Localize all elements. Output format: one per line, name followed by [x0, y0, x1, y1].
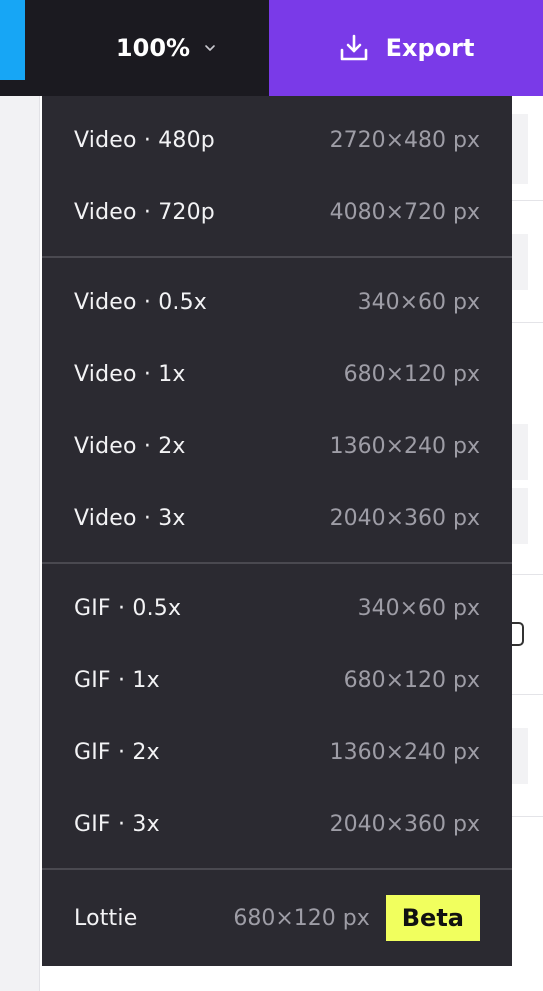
background-field: [511, 114, 528, 184]
divider: [511, 322, 543, 323]
menu-item-video-1x[interactable]: Video · 1x 680×120 px: [42, 338, 512, 410]
menu-item-gif-2x[interactable]: GIF · 2x 1360×240 px: [42, 716, 512, 788]
menu-item-gif-3x[interactable]: GIF · 3x 2040×360 px: [42, 788, 512, 860]
menu-separator: [42, 256, 512, 258]
menu-item-label: Video · 480p: [74, 127, 215, 153]
checkbox[interactable]: [511, 622, 524, 646]
download-icon: [340, 34, 367, 61]
menu-item-label: Lottie: [74, 905, 138, 931]
menu-item-dimensions: 2720×480 px: [329, 127, 480, 153]
menu-item-label: Video · 3x: [74, 505, 186, 531]
menu-item-label: Video · 1x: [74, 361, 186, 387]
menu-item-dimensions: 680×120 px: [233, 905, 370, 931]
menu-item-video-2x[interactable]: Video · 2x 1360×240 px: [42, 410, 512, 482]
background-panel: [511, 96, 543, 991]
menu-item-dimensions: 1360×240 px: [329, 433, 480, 459]
menu-separator: [42, 562, 512, 564]
menu-item-gif-0-5x[interactable]: GIF · 0.5x 340×60 px: [42, 572, 512, 644]
divider: [511, 694, 543, 695]
top-toolbar: 100% Export: [0, 0, 543, 96]
menu-item-label: Video · 2x: [74, 433, 186, 459]
menu-item-video-720p[interactable]: Video · 720p 4080×720 px: [42, 176, 512, 248]
menu-item-dimensions: 340×60 px: [357, 289, 480, 315]
menu-item-dimensions: 680×120 px: [343, 361, 480, 387]
menu-item-video-480p[interactable]: Video · 480p 2720×480 px: [42, 104, 512, 176]
divider: [511, 200, 543, 201]
menu-item-lottie[interactable]: Lottie 680×120 px Beta: [42, 882, 512, 954]
menu-item-dimensions: 680×120 px: [343, 667, 480, 693]
menu-item-label: Video · 0.5x: [74, 289, 208, 315]
background-field: [511, 234, 528, 290]
chevron-down-icon: [205, 45, 215, 51]
menu-item-dimensions: 2040×360 px: [329, 811, 480, 837]
menu-item-video-3x[interactable]: Video · 3x 2040×360 px: [42, 482, 512, 554]
left-panel: [0, 96, 40, 991]
menu-item-label: GIF · 3x: [74, 811, 160, 837]
background-field: [511, 424, 528, 480]
menu-item-label: GIF · 0.5x: [74, 595, 182, 621]
background-field: [511, 488, 528, 544]
menu-item-dimensions: 1360×240 px: [329, 739, 480, 765]
export-menu: Video · 480p 2720×480 px Video · 720p 40…: [42, 96, 512, 966]
export-button[interactable]: Export: [269, 0, 543, 96]
background-field: [511, 728, 528, 784]
menu-item-label: GIF · 1x: [74, 667, 160, 693]
menu-item-dimensions: 2040×360 px: [329, 505, 480, 531]
menu-item-label: GIF · 2x: [74, 739, 160, 765]
menu-item-meta: 680×120 px Beta: [233, 895, 480, 941]
menu-item-gif-1x[interactable]: GIF · 1x 680×120 px: [42, 644, 512, 716]
selected-tool-edge[interactable]: [0, 0, 25, 80]
divider: [511, 816, 543, 817]
menu-separator: [42, 868, 512, 870]
menu-item-video-0-5x[interactable]: Video · 0.5x 340×60 px: [42, 266, 512, 338]
zoom-level: 100%: [115, 34, 191, 62]
beta-badge: Beta: [385, 895, 480, 941]
menu-item-label: Video · 720p: [74, 199, 215, 225]
zoom-dropdown[interactable]: 100%: [96, 0, 236, 96]
divider: [511, 574, 543, 575]
export-label: Export: [385, 34, 475, 62]
menu-item-dimensions: 340×60 px: [357, 595, 480, 621]
menu-item-dimensions: 4080×720 px: [329, 199, 480, 225]
